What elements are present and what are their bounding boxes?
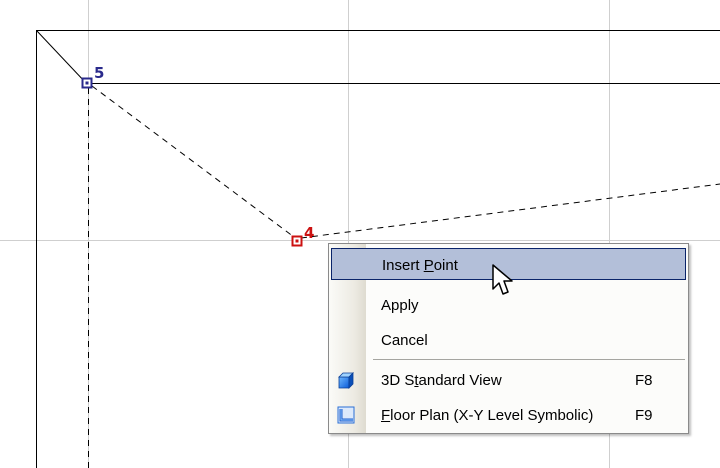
menu-separator — [373, 359, 685, 360]
menu-item-3d-standard-view[interactable]: 3D Standard View F8 — [331, 364, 686, 396]
menu-item-floor-plan[interactable]: Floor Plan (X-Y Level Symbolic) F9 — [331, 399, 686, 431]
point-label-4: 4 — [304, 224, 315, 242]
menu-item-label: Apply — [381, 297, 419, 314]
menu-item-cancel[interactable]: Cancel — [331, 324, 686, 356]
dashed-segment-5-to-4 — [91, 85, 295, 238]
menu-item-label: 3D Standard View — [381, 372, 502, 389]
floor-plan-icon — [337, 406, 355, 424]
diagonal-edge — [36, 30, 87, 84]
drawing-canvas[interactable]: 5 4 Insert Point Apply Cancel 3D Standar… — [0, 0, 720, 468]
menu-item-shortcut: F9 — [635, 407, 653, 424]
dashed-segment-4-onward — [300, 183, 720, 239]
mouse-pointer-icon — [492, 264, 513, 295]
point-marker-4[interactable] — [291, 235, 303, 247]
point-label-5: 5 — [94, 64, 105, 82]
cube-icon — [338, 372, 354, 389]
menu-item-label: Floor Plan (X-Y Level Symbolic) — [381, 407, 594, 424]
point-marker-5[interactable] — [81, 77, 93, 89]
menu-item-label: Cancel — [381, 332, 428, 349]
menu-item-shortcut: F8 — [635, 372, 653, 389]
menu-item-label: Insert Point — [382, 257, 458, 274]
